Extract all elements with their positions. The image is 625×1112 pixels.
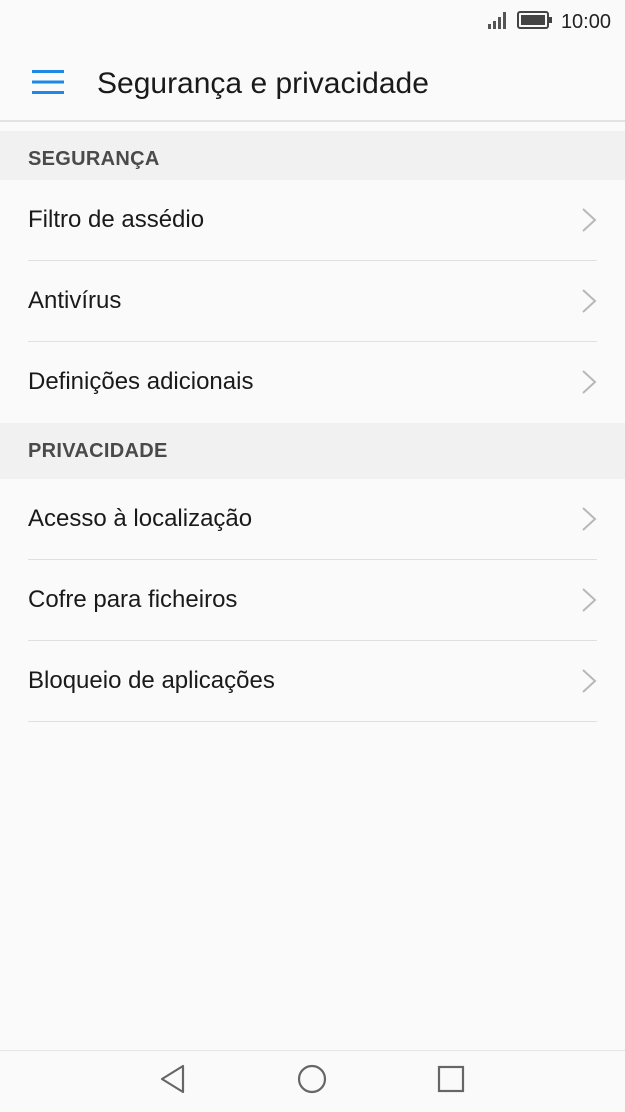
section-header-privacidade: PRIVACIDADE: [0, 423, 625, 479]
system-nav-bar: [0, 1050, 625, 1112]
hamburger-menu-icon: [32, 69, 64, 100]
chevron-right-icon: [579, 369, 599, 395]
list-item-acesso-a-localizacao[interactable]: Acesso à localização: [0, 479, 625, 560]
list-item-cofre-para-ficheiros[interactable]: Cofre para ficheiros: [0, 560, 625, 641]
divider: [28, 721, 597, 722]
list-item-label: Antivírus: [28, 287, 122, 314]
battery-full-icon: [516, 10, 553, 34]
list-item-label: Bloqueio de aplicações: [28, 667, 275, 694]
list-item-antivirus[interactable]: Antivírus: [0, 261, 625, 342]
chevron-right-icon: [579, 288, 599, 314]
chevron-right-icon: [579, 668, 599, 694]
chevron-right-icon: [579, 207, 599, 233]
back-triangle-icon: [159, 1064, 187, 1099]
recents-button[interactable]: [431, 1061, 471, 1101]
list-item-bloqueio-de-aplicacoes[interactable]: Bloqueio de aplicações: [0, 641, 625, 722]
list-item-definicoes-adicionais[interactable]: Definições adicionais: [0, 342, 625, 423]
back-button[interactable]: [153, 1061, 193, 1101]
chevron-right-icon: [579, 587, 599, 613]
list-item-label: Filtro de assédio: [28, 206, 205, 233]
status-time: 10:00: [560, 10, 611, 33]
app-bar: Segurança e privacidade: [0, 44, 625, 122]
recents-square-icon: [437, 1065, 465, 1098]
status-bar: 10:00: [0, 0, 625, 44]
list-item-label: Acesso à localização: [28, 505, 253, 532]
list-item-label: Definições adicionais: [28, 368, 254, 395]
home-circle-icon: [297, 1064, 327, 1099]
status-indicators: 10:00: [487, 10, 611, 34]
chevron-right-icon: [579, 506, 599, 532]
signal-bars-icon: [487, 11, 509, 34]
list-item-label: Cofre para ficheiros: [28, 586, 238, 613]
section-header-seguranca: SEGURANÇA: [0, 131, 625, 187]
list-item-filtro-de-assedio[interactable]: Filtro de assédio: [0, 180, 625, 261]
page-title: Segurança e privacidade: [97, 67, 429, 100]
home-button[interactable]: [292, 1061, 332, 1101]
menu-button[interactable]: [24, 64, 72, 104]
